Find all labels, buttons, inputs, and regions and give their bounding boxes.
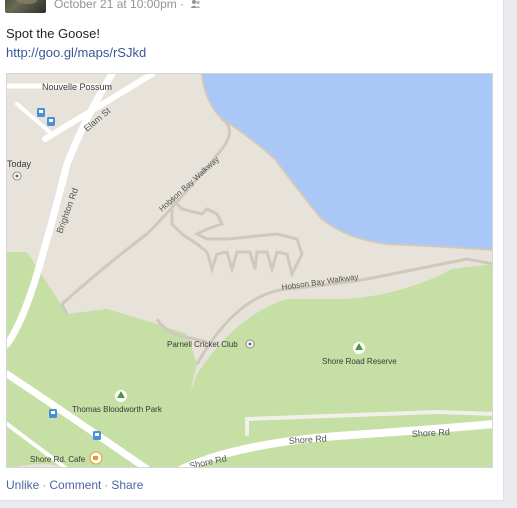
comment-link[interactable]: Comment (49, 478, 101, 492)
poi-dot-icon (245, 339, 255, 349)
feed-post: October 21 at 10:00pm · Spot the Goose! … (0, 0, 504, 501)
post-actions: Unlike · Comment · Share (6, 478, 143, 492)
cafe-icon (89, 451, 103, 465)
label-shore-rd-cafe: Shore Rd. Cafe (30, 455, 86, 464)
post-link[interactable]: http://goo.gl/maps/rSJkd (6, 45, 146, 60)
transit-icon (37, 108, 45, 117)
label-nouvelle-possum: Nouvelle Possum (42, 82, 112, 92)
label-shore-road-reserve: Shore Road Reserve (322, 357, 397, 366)
unlike-link[interactable]: Unlike (6, 478, 39, 492)
share-link[interactable]: Share (111, 478, 143, 492)
map-preview[interactable]: Nouvelle Possum Elam St Today Brighton R… (6, 73, 493, 468)
park-tree-icon (353, 342, 365, 354)
post-meta: October 21 at 10:00pm · (54, 0, 201, 12)
post-timestamp[interactable]: October 21 at 10:00pm (54, 0, 177, 11)
meta-separator: · (180, 0, 185, 11)
park-tree-icon (115, 390, 127, 402)
action-separator: · (104, 478, 109, 492)
label-thomas-bloodworth-park: Thomas Bloodworth Park (72, 405, 163, 414)
transit-icon (49, 409, 57, 418)
poi-dot-icon (12, 171, 22, 181)
label-today: Today (7, 159, 32, 169)
transit-icon (93, 431, 101, 440)
avatar[interactable] (5, 0, 46, 13)
friends-icon[interactable] (190, 0, 201, 12)
label-shore-rd-2: Shore Rd (412, 427, 451, 439)
label-parnell-cricket-club: Parnell Cricket Club (167, 340, 238, 349)
post-text: Spot the Goose! (6, 26, 100, 41)
transit-icon (47, 117, 55, 126)
action-separator: · (42, 478, 47, 492)
